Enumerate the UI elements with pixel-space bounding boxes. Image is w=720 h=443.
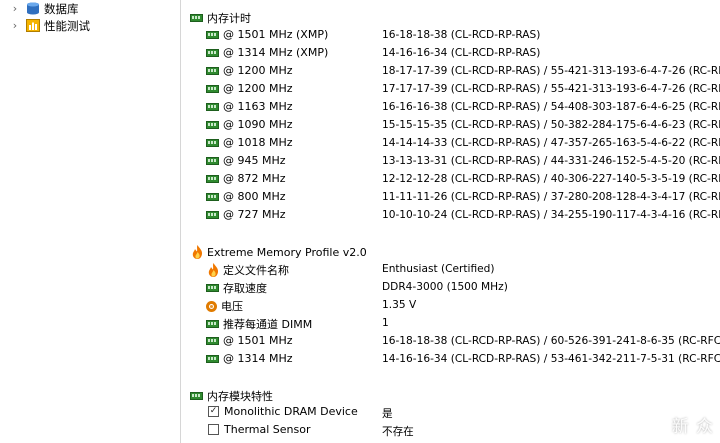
timing-row[interactable]: @ 872 MHz 12-12-12-28 (CL-RCD-RP-RAS) / 4… [181, 171, 720, 189]
checkbox-checked-icon: ✓ [208, 406, 219, 417]
section-header-module-features[interactable]: 内存模块特性 [181, 387, 720, 405]
ram-icon [206, 284, 219, 292]
ram-icon [206, 30, 219, 39]
timing-label: @ 1314 MHz (XMP) [223, 46, 329, 59]
ram-icon [206, 336, 219, 345]
ram-icon [206, 210, 219, 219]
timing-row[interactable]: @ 1163 MHz 16-16-16-38 (CL-RCD-RP-RAS) / … [181, 99, 720, 117]
timing-label: @ 1018 MHz [223, 136, 293, 149]
flame-icon [192, 245, 203, 259]
ram-icon [190, 392, 203, 400]
ram-icon [206, 84, 219, 93]
timing-row[interactable]: @ 1200 MHz 17-17-17-39 (CL-RCD-RP-RAS) / … [181, 81, 720, 99]
timing-value: 14-14-14-33 (CL-RCD-RP-RAS) / 47-357-265… [382, 137, 720, 149]
xmp-value: 1 [382, 317, 389, 329]
chevron-right-icon[interactable]: › [8, 19, 22, 32]
tree-item-label: 性能测试 [44, 18, 90, 33]
timing-value: 10-10-10-24 (CL-RCD-RP-RAS) / 34-255-190… [382, 209, 720, 221]
section-title: 内存计时 [207, 12, 251, 25]
xmp-row[interactable]: 电压 1.35 V [181, 297, 720, 315]
timing-value: 17-17-17-39 (CL-RCD-RP-RAS) / 55-421-313… [382, 83, 720, 95]
details-panel: 内存计时 @ 1501 MHz (XMP) 16-18-18-38 (CL-RCD… [181, 0, 720, 443]
ram-icon [190, 14, 203, 22]
feature-row[interactable]: ✓ Monolithic DRAM Device 是 [181, 404, 720, 422]
xmp-row[interactable]: 存取速度 DDR4-3000 (1500 MHz) [181, 279, 720, 297]
ram-icon [206, 48, 219, 57]
timing-row[interactable]: @ 1314 MHz (XMP) 14-16-16-34 (CL-RCD-RP-R… [181, 45, 720, 63]
section-title: Extreme Memory Profile v2.0 [207, 245, 367, 259]
xmp-value: Enthusiast (Certified) [382, 263, 495, 275]
navigation-tree: › 数据库 › 性能测试 [0, 0, 181, 443]
xmp-label: @ 1314 MHz [223, 352, 293, 365]
timing-row[interactable]: @ 1501 MHz (XMP) 16-18-18-38 (CL-RCD-RP-R… [181, 27, 720, 45]
xmp-value: 1.35 V [382, 299, 417, 311]
section-title: 内存模块特性 [207, 390, 273, 403]
timing-value: 12-12-12-28 (CL-RCD-RP-RAS) / 40-306-227… [382, 173, 720, 185]
watermark: 新 众 [671, 417, 714, 437]
section-header-memory-timings[interactable]: 内存计时 [181, 9, 720, 27]
timing-row[interactable]: @ 1200 MHz 18-17-17-39 (CL-RCD-RP-RAS) / … [181, 63, 720, 81]
timing-value: 16-16-16-38 (CL-RCD-RP-RAS) / 54-408-303… [382, 101, 720, 113]
ram-icon [206, 120, 219, 129]
ram-icon [206, 354, 219, 363]
timing-row[interactable]: @ 1090 MHz 15-15-15-35 (CL-RCD-RP-RAS) / … [181, 117, 720, 135]
ram-icon [206, 66, 219, 75]
ram-icon [206, 192, 219, 201]
tree-item-label: 数据库 [44, 1, 79, 16]
timing-value: 13-13-13-31 (CL-RCD-RP-RAS) / 44-331-246… [382, 155, 720, 167]
timing-label: @ 1200 MHz [223, 64, 293, 77]
timing-row[interactable]: @ 945 MHz 13-13-13-31 (CL-RCD-RP-RAS) / 4… [181, 153, 720, 171]
database-icon [27, 2, 39, 15]
timing-value: 14-16-16-34 (CL-RCD-RP-RAS) [382, 47, 541, 59]
timing-label: @ 800 MHz [223, 190, 286, 203]
timing-label: @ 727 MHz [223, 208, 286, 221]
timing-label: @ 1090 MHz [223, 118, 293, 131]
timing-value: 11-11-11-26 (CL-RCD-RP-RAS) / 37-280-208… [382, 191, 720, 203]
tree-item-database[interactable]: › 数据库 [0, 0, 79, 17]
benchmark-icon [26, 19, 40, 32]
xmp-row[interactable]: 推荐每通道 DIMM 1 [181, 315, 720, 333]
feature-label: Monolithic DRAM Device [224, 405, 358, 418]
timing-value: 16-18-18-38 (CL-RCD-RP-RAS) [382, 29, 541, 41]
xmp-label: 推荐每通道 DIMM [223, 318, 313, 331]
ram-icon [206, 174, 219, 183]
timing-label: @ 945 MHz [223, 154, 286, 167]
timing-label: @ 1200 MHz [223, 82, 293, 95]
timing-label: @ 1163 MHz [223, 100, 293, 113]
ram-icon [206, 156, 219, 165]
feature-row[interactable]: Thermal Sensor 不存在 [181, 422, 720, 440]
xmp-label: 电压 [221, 300, 243, 313]
timing-row[interactable]: @ 1018 MHz 14-14-14-33 (CL-RCD-RP-RAS) / … [181, 135, 720, 153]
chevron-right-icon[interactable]: › [8, 2, 22, 15]
xmp-row[interactable]: @ 1501 MHz 16-18-18-38 (CL-RCD-RP-RAS) / … [181, 333, 720, 351]
section-header-xmp[interactable]: Extreme Memory Profile v2.0 [181, 244, 720, 262]
timing-label: @ 872 MHz [223, 172, 286, 185]
tree-item-benchmark[interactable]: › 性能测试 [0, 17, 90, 34]
xmp-row[interactable]: 定义文件名称 Enthusiast (Certified) [181, 261, 720, 279]
voltage-icon [206, 300, 217, 312]
feature-label: Thermal Sensor [224, 423, 311, 436]
checkbox-unchecked-icon [208, 424, 219, 435]
ram-icon [206, 138, 219, 147]
xmp-value: 16-18-18-38 (CL-RCD-RP-RAS) / 60-526-391… [382, 335, 720, 347]
flame-icon [208, 263, 219, 277]
xmp-value: 14-16-16-34 (CL-RCD-RP-RAS) / 53-461-342… [382, 353, 720, 365]
xmp-row[interactable]: @ 1314 MHz 14-16-16-34 (CL-RCD-RP-RAS) / … [181, 351, 720, 369]
timing-value: 18-17-17-39 (CL-RCD-RP-RAS) / 55-421-313… [382, 65, 720, 77]
feature-value: 是 [382, 408, 393, 420]
xmp-label: 定义文件名称 [223, 264, 289, 277]
ram-icon [206, 102, 219, 111]
timing-row[interactable]: @ 800 MHz 11-11-11-26 (CL-RCD-RP-RAS) / 3… [181, 189, 720, 207]
feature-value: 不存在 [382, 426, 414, 438]
xmp-label: 存取速度 [223, 282, 267, 295]
timing-row[interactable]: @ 727 MHz 10-10-10-24 (CL-RCD-RP-RAS) / 3… [181, 207, 720, 225]
timing-value: 15-15-15-35 (CL-RCD-RP-RAS) / 50-382-284… [382, 119, 720, 131]
xmp-value: DDR4-3000 (1500 MHz) [382, 281, 508, 293]
ram-icon [206, 320, 219, 328]
timing-label: @ 1501 MHz (XMP) [223, 28, 329, 41]
xmp-label: @ 1501 MHz [223, 334, 293, 347]
